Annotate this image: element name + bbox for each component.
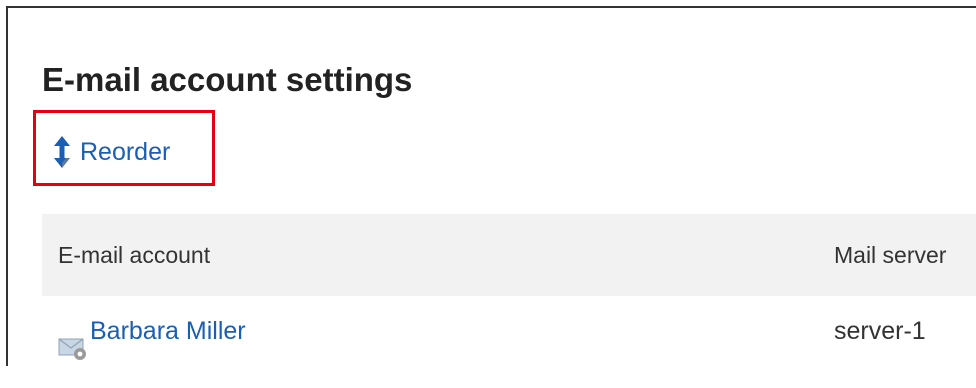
table-header: E-mail account Mail server [42, 214, 976, 296]
vertical-arrows-icon [52, 135, 72, 169]
column-header-email-account: E-mail account [58, 242, 211, 268]
accounts-table: E-mail account Mail server Barbara Mille… [42, 214, 976, 366]
mail-settings-icon [58, 318, 88, 360]
column-header-mail-server: Mail server [834, 242, 947, 268]
reorder-link[interactable]: Reorder [52, 134, 170, 170]
settings-panel: E-mail account settings Reorder E-mail a… [6, 6, 976, 366]
page-title: E-mail account settings [42, 61, 413, 98]
reorder-label: Reorder [80, 137, 171, 166]
